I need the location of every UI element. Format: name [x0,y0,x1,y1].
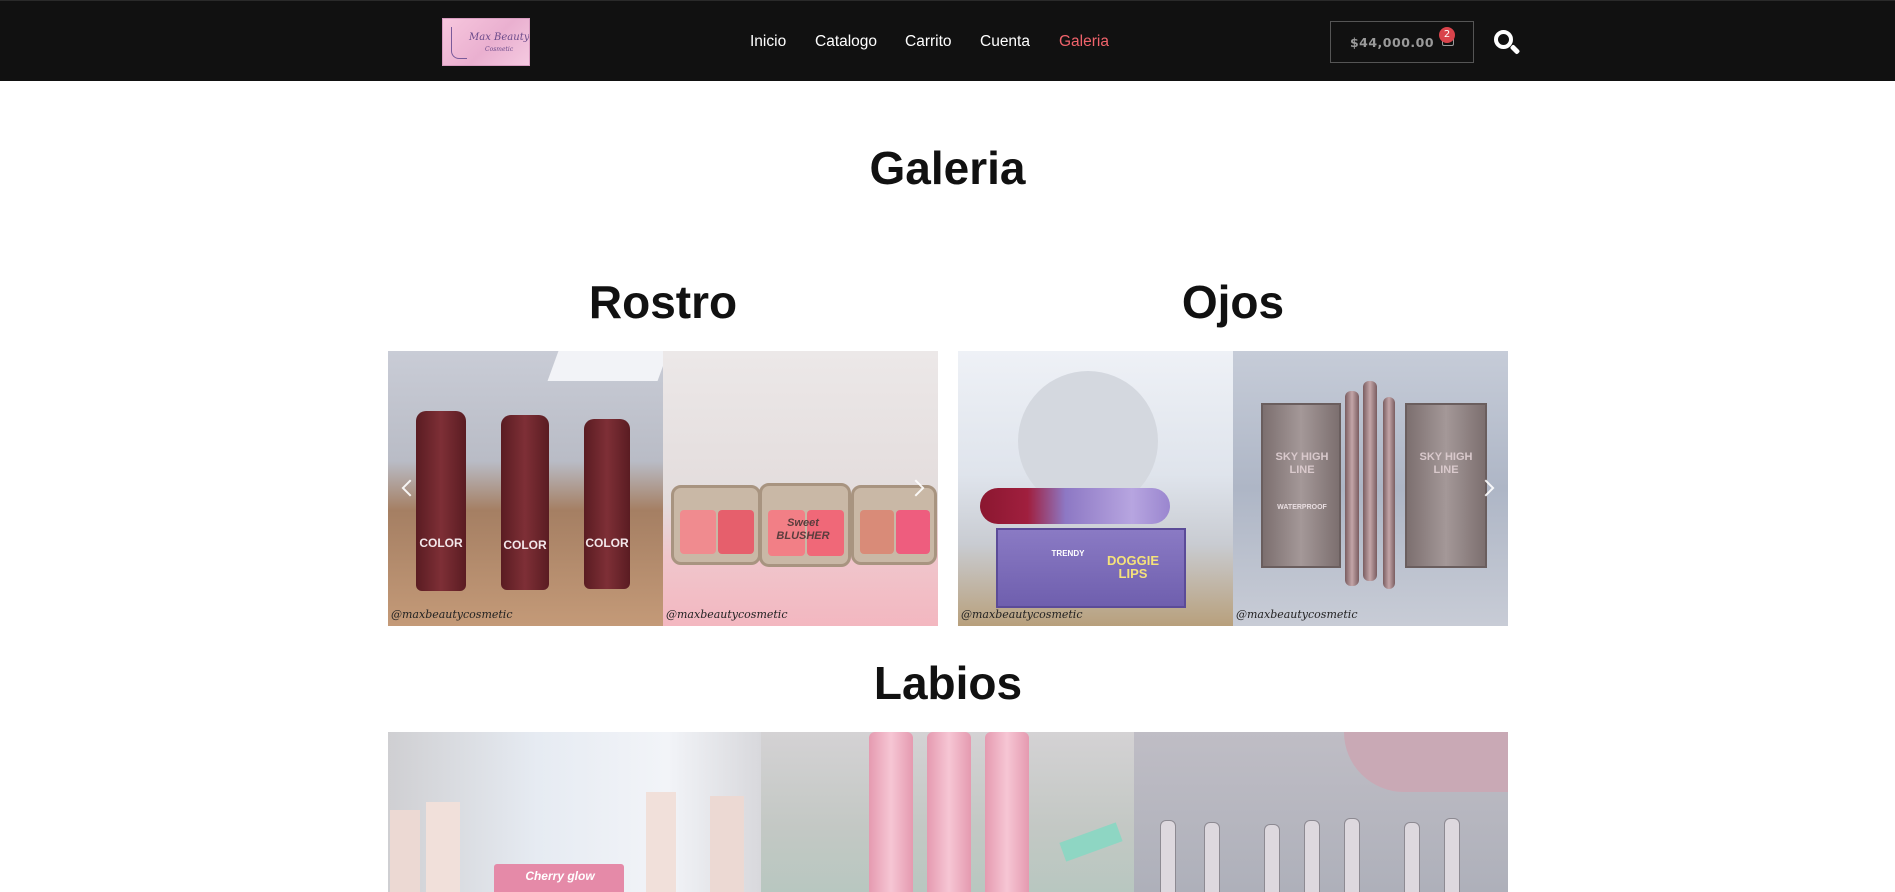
product-label: Sweet BLUSHER [776,517,830,542]
product-tube [985,732,1029,892]
gallery-image-labios-3[interactable] [1134,732,1508,892]
product-tube [1363,381,1377,581]
carousel-rostro: COLOR COLOR COLOR @maxbeautycosmetic Swe… [388,351,938,626]
product-stick [416,411,466,591]
product-tube [869,732,913,892]
product-label: SKY HIGH LINE [1419,451,1473,476]
product-box [1405,403,1487,568]
product-sublabel: WATERPROOF [1277,504,1327,511]
image-watermark: @maxbeautycosmetic [961,608,1083,621]
product-label: COLOR [585,536,629,550]
section-title-ojos: Ojos [1181,276,1285,328]
section-title-rostro: Rostro [588,276,738,328]
gallery-image-rostro-2[interactable]: Sweet BLUSHER @maxbeautycosmetic [663,351,938,626]
carousel-labios: Cherry glow [388,732,1508,892]
carousel-next-button[interactable] [1476,474,1496,502]
carousel-next-button[interactable] [906,474,926,502]
product-label: DOGGIE LIPS [1106,553,1159,581]
product-label: COLOR [419,536,463,550]
product-compact [671,485,761,565]
product-label: SKY HIGH LINE [1275,451,1329,476]
carousel-prev-button[interactable] [400,474,420,502]
site-logo[interactable]: Max Beauty Cosmetic [442,18,530,66]
product-label: Cherry glow [525,869,595,883]
gallery-image-ojos-1[interactable]: DOGGIE LIPS TRENDY @maxbeautycosmetic [958,351,1233,626]
product-stick [584,419,630,589]
gallery-image-labios-2[interactable] [761,732,1134,892]
image-watermark: @maxbeautycosmetic [391,608,513,621]
nav-inicio[interactable]: Inicio [750,33,786,51]
site-header: Max Beauty Cosmetic Inicio Catalogo Carr… [0,0,1895,81]
gallery-image-labios-1[interactable]: Cherry glow [388,732,761,892]
product-stick [501,415,549,590]
logo-figure-icon [451,27,467,59]
nav-cuenta[interactable]: Cuenta [980,33,1030,51]
gallery-image-rostro-1[interactable]: COLOR COLOR COLOR @maxbeautycosmetic [388,351,663,626]
cart-count-badge: 2 [1439,27,1455,43]
chevron-left-icon [401,479,419,497]
gallery-image-ojos-2[interactable]: SKY HIGH LINE SKY HIGH LINE WATERPROOF @… [1233,351,1508,626]
product-label: COLOR [503,538,547,552]
image-watermark: @maxbeautycosmetic [666,608,788,621]
nav-catalogo[interactable]: Catalogo [815,33,877,51]
product-sublabel: TRENDY [1051,549,1085,558]
product-tube [980,488,1170,524]
image-watermark: @maxbeautycosmetic [1236,608,1358,621]
cart-total: $44,000.00 [1349,34,1435,50]
product-tube [1345,391,1359,586]
logo-text: Max Beauty [469,32,530,43]
search-icon[interactable] [1493,29,1521,57]
nav-carrito[interactable]: Carrito [905,33,952,51]
nav-galeria[interactable]: Galeria [1059,33,1109,51]
product-tube [1383,397,1395,589]
carousel-ojos: DOGGIE LIPS TRENDY @maxbeautycosmetic SK… [958,351,1508,626]
product-box [1261,403,1341,568]
chevron-right-icon [907,479,925,497]
chevron-right-icon [1477,479,1495,497]
cart-button[interactable]: $44,000.00 [1330,21,1474,63]
section-title-labios: Labios [873,657,1023,709]
logo-subtext: Cosmetic [485,46,514,53]
page-title: Galeria [869,142,1026,194]
product-tube [927,732,971,892]
